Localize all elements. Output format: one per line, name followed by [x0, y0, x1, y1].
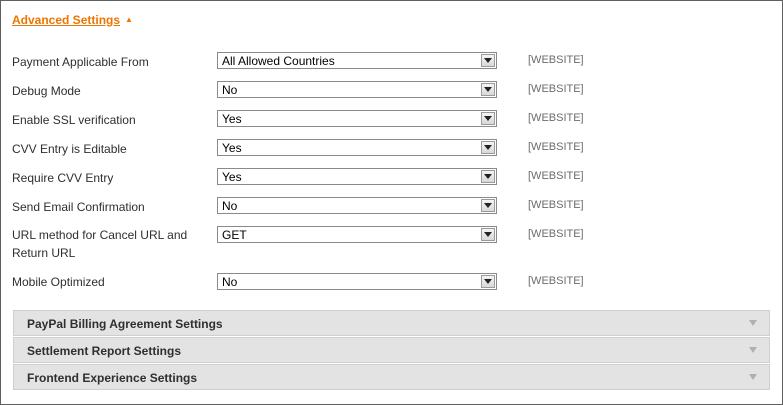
select-value: Yes: [222, 170, 242, 184]
debug-mode-select[interactable]: No: [217, 81, 497, 98]
scope-label: [WEBSITE]: [528, 83, 584, 95]
chevron-down-icon: [484, 58, 492, 63]
scope-label: [WEBSITE]: [528, 141, 584, 153]
dropdown-button[interactable]: [481, 112, 495, 125]
select-value: GET: [222, 228, 247, 242]
advanced-settings-header[interactable]: Advanced Settings ▲: [12, 13, 133, 27]
group-title: Settlement Report Settings: [27, 344, 182, 358]
field-label: Mobile Optimized: [12, 275, 105, 289]
chevron-down-icon: [484, 87, 492, 92]
field-label: Enable SSL verification: [12, 113, 136, 127]
select-value: Yes: [222, 112, 242, 126]
chevron-down-icon[interactable]: [749, 320, 757, 326]
settlement-report-group[interactable]: Settlement Report Settings: [13, 337, 770, 363]
scope-label: [WEBSITE]: [528, 112, 584, 124]
field-label: CVV Entry is Editable: [12, 142, 127, 156]
enable-ssl-verification-select[interactable]: Yes: [217, 110, 497, 127]
dropdown-button[interactable]: [481, 199, 495, 212]
select-value: All Allowed Countries: [222, 54, 335, 68]
select-value: No: [222, 199, 238, 213]
scope-label: [WEBSITE]: [528, 228, 584, 240]
dropdown-button[interactable]: [481, 228, 495, 241]
select-value: No: [222, 83, 238, 97]
url-method-select[interactable]: GET: [217, 226, 497, 243]
dropdown-button[interactable]: [481, 170, 495, 183]
chevron-down-icon: [484, 145, 492, 150]
cvv-entry-editable-select[interactable]: Yes: [217, 139, 497, 156]
scope-label: [WEBSITE]: [528, 54, 584, 66]
field-label: Payment Applicable From: [12, 55, 149, 69]
require-cvv-entry-select[interactable]: Yes: [217, 168, 497, 185]
chevron-down-icon: [484, 279, 492, 284]
frontend-experience-group[interactable]: Frontend Experience Settings: [13, 364, 770, 390]
group-title: PayPal Billing Agreement Settings: [27, 317, 223, 331]
field-label: URL method for Cancel URL and Return URL: [12, 228, 188, 260]
paypal-billing-agreement-group[interactable]: PayPal Billing Agreement Settings: [13, 310, 770, 336]
select-value: No: [222, 275, 238, 289]
collapse-arrow-icon[interactable]: ▲: [125, 15, 133, 24]
scope-label: [WEBSITE]: [528, 199, 584, 211]
group-title: Frontend Experience Settings: [27, 371, 198, 385]
select-value: Yes: [222, 141, 242, 155]
config-panel: Advanced Settings ▲ Payment Applicable Fr…: [0, 0, 783, 405]
field-label: Debug Mode: [12, 84, 81, 98]
chevron-down-icon: [484, 232, 492, 237]
chevron-down-icon: [484, 174, 492, 179]
dropdown-button[interactable]: [481, 141, 495, 154]
chevron-down-icon: [484, 203, 492, 208]
scope-label: [WEBSITE]: [528, 275, 584, 287]
chevron-down-icon[interactable]: [749, 374, 757, 380]
field-label: Send Email Confirmation: [12, 200, 145, 214]
chevron-down-icon[interactable]: [749, 347, 757, 353]
advanced-settings-title[interactable]: Advanced Settings: [12, 13, 120, 27]
chevron-down-icon: [484, 116, 492, 121]
mobile-optimized-select[interactable]: No: [217, 273, 497, 290]
field-label: Require CVV Entry: [12, 171, 114, 185]
scope-label: [WEBSITE]: [528, 170, 584, 182]
dropdown-button[interactable]: [481, 54, 495, 67]
dropdown-button[interactable]: [481, 83, 495, 96]
send-email-confirmation-select[interactable]: No: [217, 197, 497, 214]
dropdown-button[interactable]: [481, 275, 495, 288]
payment-applicable-from-select[interactable]: All Allowed Countries: [217, 52, 497, 69]
